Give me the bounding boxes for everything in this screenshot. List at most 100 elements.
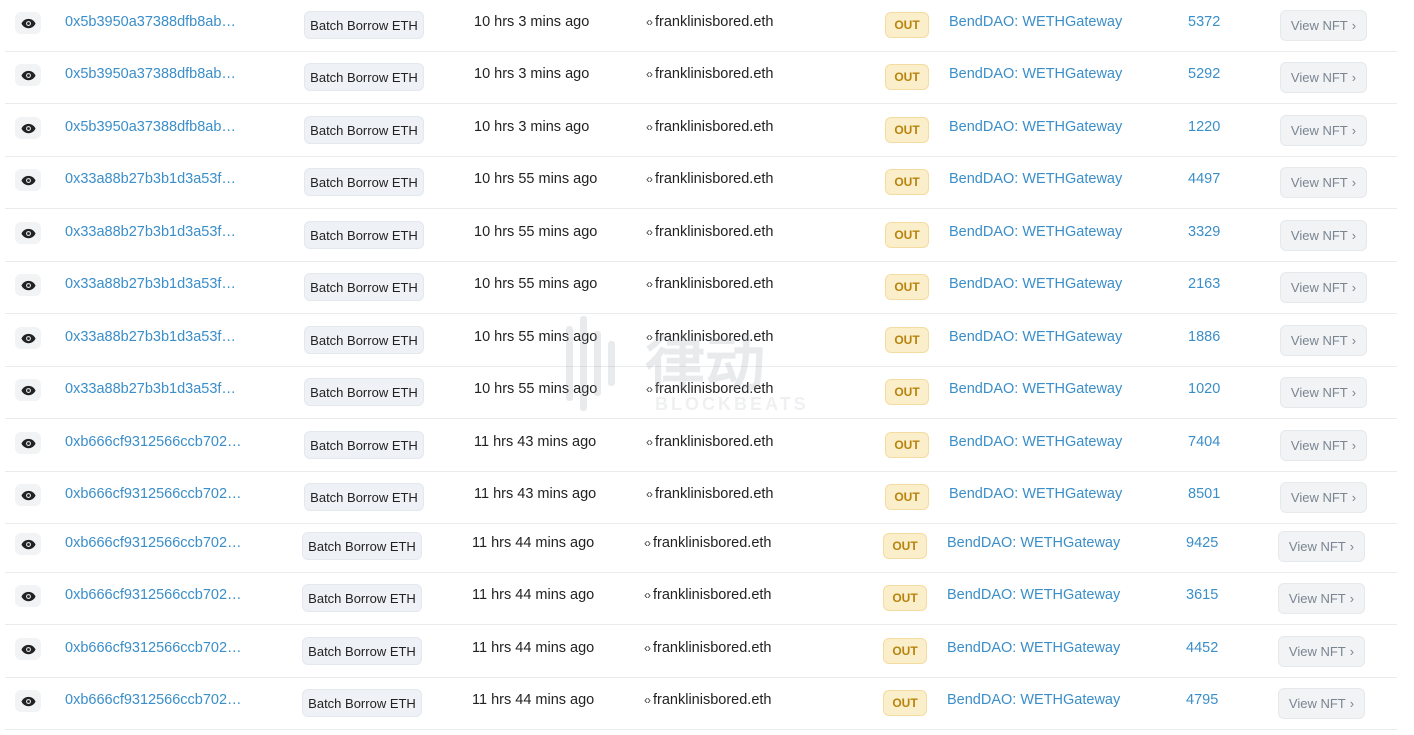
code-icon: ‹› [644,536,651,550]
view-nft-button[interactable]: View NFT › [1278,583,1365,614]
from-name[interactable]: franklinisbored.eth [655,486,774,502]
table-row: 0xb666cf9312566ccb702… Batch Borrow ETH … [5,472,1397,524]
view-nft-button[interactable]: View NFT › [1280,220,1367,251]
to-address-link[interactable]: BendDAO: WETHGateway [949,329,1122,345]
preview-button[interactable] [15,169,41,191]
table-row: 0xb666cf9312566ccb702… Batch Borrow ETH … [5,420,1397,472]
from-address: ‹› franklinisbored.eth [644,692,772,708]
view-nft-button[interactable]: View NFT › [1280,325,1367,356]
view-nft-button[interactable]: View NFT › [1280,10,1367,41]
token-id-link[interactable]: 3329 [1188,224,1220,240]
from-name[interactable]: franklinisbored.eth [655,276,774,292]
txn-hash-link[interactable]: 0x33a88b27b3b1d3a53f… [65,381,236,397]
view-nft-button[interactable]: View NFT › [1278,531,1365,562]
from-name[interactable]: franklinisbored.eth [653,692,772,708]
from-name[interactable]: franklinisbored.eth [653,535,772,551]
token-id-link[interactable]: 2163 [1188,276,1220,292]
preview-button[interactable] [15,533,41,555]
preview-button[interactable] [15,117,41,139]
preview-button[interactable] [15,690,41,712]
txn-hash-link[interactable]: 0x33a88b27b3b1d3a53f… [65,171,236,187]
view-nft-button[interactable]: View NFT › [1280,377,1367,408]
txn-hash-link[interactable]: 0x5b3950a37388dfb8ab… [65,66,236,82]
txn-hash-link[interactable]: 0xb666cf9312566ccb702… [65,535,242,551]
txn-hash-link[interactable]: 0x33a88b27b3b1d3a53f… [65,276,236,292]
view-nft-button[interactable]: View NFT › [1280,430,1367,461]
preview-button[interactable] [15,274,41,296]
preview-button[interactable] [15,432,41,454]
txn-hash-link[interactable]: 0xb666cf9312566ccb702… [65,434,242,450]
from-name[interactable]: franklinisbored.eth [655,224,774,240]
view-nft-button[interactable]: View NFT › [1280,482,1367,513]
token-id-link[interactable]: 1220 [1188,119,1220,135]
view-nft-button[interactable]: View NFT › [1278,688,1365,719]
preview-button[interactable] [15,379,41,401]
to-address-link[interactable]: BendDAO: WETHGateway [947,692,1120,708]
token-id-link[interactable]: 1020 [1188,381,1220,397]
token-id-link[interactable]: 4452 [1186,640,1218,656]
txn-hash-link[interactable]: 0x5b3950a37388dfb8ab… [65,119,236,135]
token-id-link[interactable]: 8501 [1188,486,1220,502]
table-row: 0x33a88b27b3b1d3a53f… Batch Borrow ETH 1… [5,210,1397,262]
token-id-link[interactable]: 3615 [1186,587,1218,603]
token-id-link[interactable]: 5372 [1188,14,1220,30]
eye-icon [20,228,36,238]
to-address-link[interactable]: BendDAO: WETHGateway [949,14,1122,30]
token-id-link[interactable]: 1886 [1188,329,1220,345]
from-name[interactable]: franklinisbored.eth [653,587,772,603]
txn-hash-link[interactable]: 0x33a88b27b3b1d3a53f… [65,329,236,345]
to-address-link[interactable]: BendDAO: WETHGateway [949,276,1122,292]
from-address: ‹› franklinisbored.eth [646,434,774,450]
from-address: ‹› franklinisbored.eth [644,640,772,656]
from-name[interactable]: franklinisbored.eth [655,329,774,345]
to-address-link[interactable]: BendDAO: WETHGateway [949,486,1122,502]
txn-hash-link[interactable]: 0x33a88b27b3b1d3a53f… [65,224,236,240]
eye-icon [20,123,36,133]
age-text: 10 hrs 55 mins ago [474,171,598,187]
direction-badge: OUT [885,12,929,38]
from-name[interactable]: franklinisbored.eth [653,640,772,656]
token-id-link[interactable]: 4497 [1188,171,1220,187]
txn-hash-link[interactable]: 0xb666cf9312566ccb702… [65,587,242,603]
txn-hash-link[interactable]: 0xb666cf9312566ccb702… [65,486,242,502]
preview-button[interactable] [15,327,41,349]
preview-button[interactable] [15,222,41,244]
method-badge: Batch Borrow ETH [304,116,424,144]
preview-button[interactable] [15,64,41,86]
direction-badge: OUT [885,327,929,353]
to-address-link[interactable]: BendDAO: WETHGateway [949,119,1122,135]
table-row: 0x33a88b27b3b1d3a53f… Batch Borrow ETH 1… [5,157,1397,209]
preview-button[interactable] [15,12,41,34]
from-name[interactable]: franklinisbored.eth [655,171,774,187]
to-address-link[interactable]: BendDAO: WETHGateway [949,434,1122,450]
to-address-link[interactable]: BendDAO: WETHGateway [949,224,1122,240]
txn-hash-link[interactable]: 0xb666cf9312566ccb702… [65,692,242,708]
preview-button[interactable] [15,484,41,506]
preview-button[interactable] [15,585,41,607]
from-name[interactable]: franklinisbored.eth [655,14,774,30]
txn-hash-link[interactable]: 0xb666cf9312566ccb702… [65,640,242,656]
token-id-link[interactable]: 9425 [1186,535,1218,551]
to-address-link[interactable]: BendDAO: WETHGateway [949,171,1122,187]
to-address-link[interactable]: BendDAO: WETHGateway [947,587,1120,603]
view-nft-button[interactable]: View NFT › [1278,636,1365,667]
from-name[interactable]: franklinisbored.eth [655,66,774,82]
chevron-right-icon: › [1349,539,1355,554]
from-name[interactable]: franklinisbored.eth [655,119,774,135]
to-address-link[interactable]: BendDAO: WETHGateway [949,66,1122,82]
from-name[interactable]: franklinisbored.eth [655,381,774,397]
token-id-link[interactable]: 7404 [1188,434,1220,450]
to-address-link[interactable]: BendDAO: WETHGateway [947,535,1120,551]
view-nft-button[interactable]: View NFT › [1280,115,1367,146]
token-id-link[interactable]: 5292 [1188,66,1220,82]
view-nft-button[interactable]: View NFT › [1280,272,1367,303]
view-nft-label: View NFT [1290,70,1348,85]
view-nft-button[interactable]: View NFT › [1280,62,1367,93]
txn-hash-link[interactable]: 0x5b3950a37388dfb8ab… [65,14,236,30]
view-nft-button[interactable]: View NFT › [1280,167,1367,198]
from-name[interactable]: franklinisbored.eth [655,434,774,450]
token-id-link[interactable]: 4795 [1186,692,1218,708]
to-address-link[interactable]: BendDAO: WETHGateway [949,381,1122,397]
preview-button[interactable] [15,638,41,660]
to-address-link[interactable]: BendDAO: WETHGateway [947,640,1120,656]
